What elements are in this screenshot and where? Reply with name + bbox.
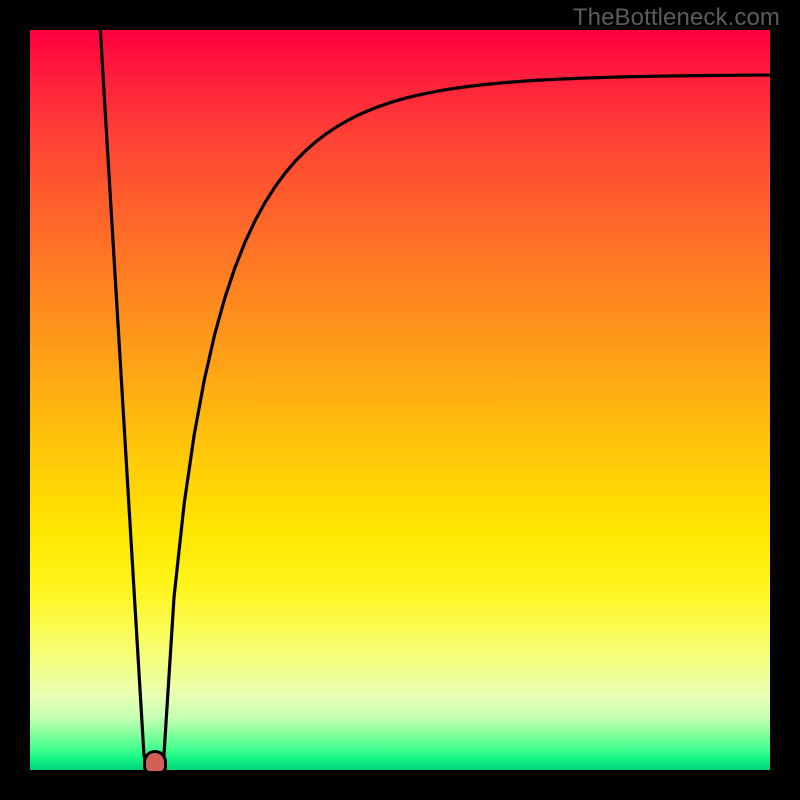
watermark-text: TheBottleneck.com — [573, 4, 780, 32]
chart-outer-frame: TheBottleneck.com — [0, 0, 800, 800]
plot-area — [30, 30, 770, 770]
bottleneck-curve — [30, 30, 770, 770]
curve-path — [100, 30, 770, 770]
optimum-marker — [143, 750, 167, 774]
